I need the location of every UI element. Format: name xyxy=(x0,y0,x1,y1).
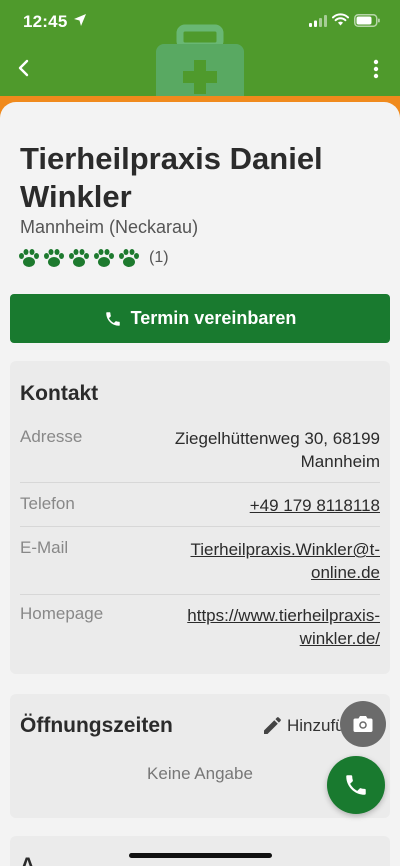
paw-icon xyxy=(69,249,89,267)
rating-count: (1) xyxy=(149,249,169,266)
contact-title: Kontakt xyxy=(20,382,99,405)
paw-icon xyxy=(119,249,139,267)
paw-icon xyxy=(19,249,39,267)
opening-hours-title: Öffnungszeiten xyxy=(20,714,173,737)
email-row: E-Mail Tierheilpraxis.Winkler@t- online.… xyxy=(20,538,380,595)
homepage-link[interactable]: https://www.tierheilpraxis- winkler.de/ xyxy=(187,604,380,650)
phone-label: Telefon xyxy=(20,494,75,513)
homepage-label: Homepage xyxy=(20,604,104,623)
book-appointment-button[interactable]: Termin vereinbaren xyxy=(10,294,390,343)
paw-icon xyxy=(94,249,114,267)
homepage-line1: https://www.tierheilpraxis- xyxy=(187,606,380,625)
add-hours-button[interactable]: Hinzufü xyxy=(262,716,345,736)
address-label: Adresse xyxy=(20,427,83,446)
signal-icon xyxy=(309,15,327,27)
more-icon[interactable] xyxy=(366,58,386,80)
call-fab-button[interactable] xyxy=(327,756,385,814)
battery-icon xyxy=(354,14,380,27)
wifi-icon xyxy=(332,13,349,26)
email-label: E-Mail xyxy=(20,538,69,557)
address-value: Ziegelhüttenweg 30, 68199 Mannheim xyxy=(175,427,380,473)
next-section-title: A xyxy=(20,854,36,866)
email-link[interactable]: Tierheilpraxis.Winkler@t- online.de xyxy=(191,538,381,584)
camera-button[interactable] xyxy=(340,701,386,747)
back-icon[interactable] xyxy=(12,56,36,80)
phone-icon xyxy=(346,775,366,795)
contact-card: Kontakt Adresse Ziegelhüttenweg 30, 6819… xyxy=(10,361,390,674)
book-appointment-label: Termin vereinbaren xyxy=(130,308,297,328)
pencil-icon xyxy=(264,717,281,734)
phone-icon xyxy=(105,311,120,326)
homepage-line2: winkler.de/ xyxy=(299,629,380,648)
status-time: 12:45 xyxy=(23,12,68,31)
next-section-card: A xyxy=(10,836,390,866)
homepage-row: Homepage https://www.tierheilpraxis- win… xyxy=(20,604,380,656)
address-line1: Ziegelhüttenweg 30, 68199 xyxy=(174,429,380,448)
address-line2: Mannheim xyxy=(300,452,380,471)
home-indicator[interactable] xyxy=(129,853,272,858)
phone-row: Telefon +49 179 8118118 xyxy=(20,494,380,527)
add-hours-label: Hinzufü xyxy=(287,716,345,735)
page-title: Tierheilpraxis Daniel Winkler xyxy=(20,141,323,214)
email-line2: online.de xyxy=(310,563,380,582)
email-line1: Tierheilpraxis.Winkler@t- xyxy=(190,540,381,559)
camera-icon xyxy=(353,716,373,732)
paw-icon xyxy=(44,249,64,267)
address-row[interactable]: Adresse Ziegelhüttenweg 30, 68199 Mannhe… xyxy=(20,427,380,483)
rating[interactable]: (1) xyxy=(18,248,169,268)
location-arrow-icon xyxy=(74,14,86,26)
place-location: Mannheim (Neckarau) xyxy=(20,217,199,237)
status-bar: 12:45 xyxy=(0,0,400,44)
phone-link[interactable]: +49 179 8118118 xyxy=(250,494,380,517)
